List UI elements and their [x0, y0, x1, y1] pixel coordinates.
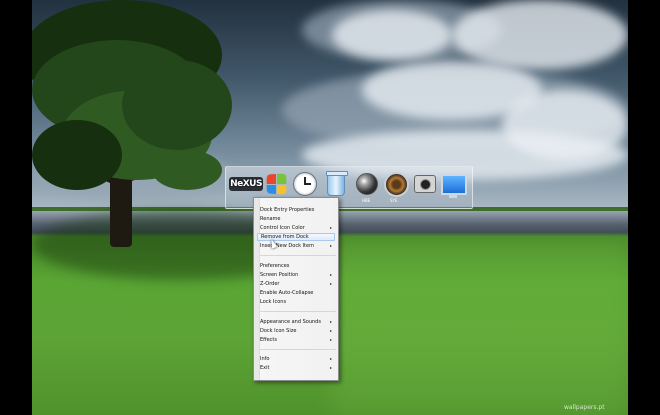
dock-context-menu: Dock Entry Properties Rename Control Ico…	[253, 197, 339, 381]
cloud	[452, 0, 628, 70]
menu-item-preferences[interactable]: Preferences	[257, 262, 335, 270]
menu-item-dock-icon-size[interactable]: Dock Icon Size ▸	[257, 327, 335, 335]
menu-separator	[260, 311, 336, 312]
menu-item-rename[interactable]: Rename	[257, 215, 335, 223]
clock-icon[interactable]	[292, 171, 318, 197]
submenu-arrow-icon: ▸	[329, 328, 332, 333]
menu-item-enable-auto-collapse[interactable]: Enable Auto-Collapse	[257, 289, 335, 297]
media-orb-icon[interactable]	[354, 171, 380, 197]
submenu-arrow-icon: ▸	[329, 281, 332, 286]
tree-canopy	[122, 60, 232, 150]
tree-canopy	[32, 120, 122, 190]
windows-logo-icon[interactable]	[263, 171, 289, 197]
menu-item-lock-icons[interactable]: Lock Icons	[257, 298, 335, 306]
cloud	[332, 10, 452, 60]
menu-item-info[interactable]: Info ▸	[257, 355, 335, 363]
menu-item-z-order[interactable]: Z-Order ▸	[257, 280, 335, 288]
submenu-arrow-icon: ▸	[329, 337, 332, 342]
menu-item-dock-entry-properties[interactable]: Dock Entry Properties	[257, 206, 335, 214]
gear-orb-icon[interactable]	[383, 171, 409, 197]
submenu-arrow-icon: ▸	[329, 272, 332, 277]
menu-item-effects[interactable]: Effects ▸	[257, 336, 335, 344]
dock-item-caption: HBE	[362, 198, 371, 203]
grass-highlight	[332, 240, 628, 415]
submenu-arrow-icon: ▸	[329, 225, 332, 230]
wallpaper-watermark: wallpapers.pt	[564, 404, 605, 411]
menu-item-exit[interactable]: Exit ▸	[257, 364, 335, 372]
camera-icon[interactable]	[412, 171, 438, 197]
menu-item-control-icon-color[interactable]: Control Icon Color ▸	[257, 224, 335, 232]
nexus-logo-icon[interactable]: NeXUS	[229, 171, 263, 197]
recycle-bin-icon[interactable]	[323, 170, 349, 197]
submenu-arrow-icon: ▸	[329, 365, 332, 370]
menu-item-insert-new-dock-item[interactable]: Insert New Dock Item ▸	[257, 242, 335, 250]
submenu-arrow-icon: ▸	[329, 356, 332, 361]
monitor-icon[interactable]	[441, 171, 467, 198]
menu-separator	[260, 255, 336, 256]
tree-canopy	[152, 150, 222, 190]
menu-item-appearance-and-sounds[interactable]: Appearance and Sounds ▸	[257, 318, 335, 326]
submenu-arrow-icon: ▸	[329, 243, 332, 248]
dock-item-caption: SYE	[390, 198, 398, 203]
menu-separator	[260, 349, 336, 350]
submenu-arrow-icon: ▸	[329, 319, 332, 324]
menu-item-screen-position[interactable]: Screen Position ▸	[257, 271, 335, 279]
